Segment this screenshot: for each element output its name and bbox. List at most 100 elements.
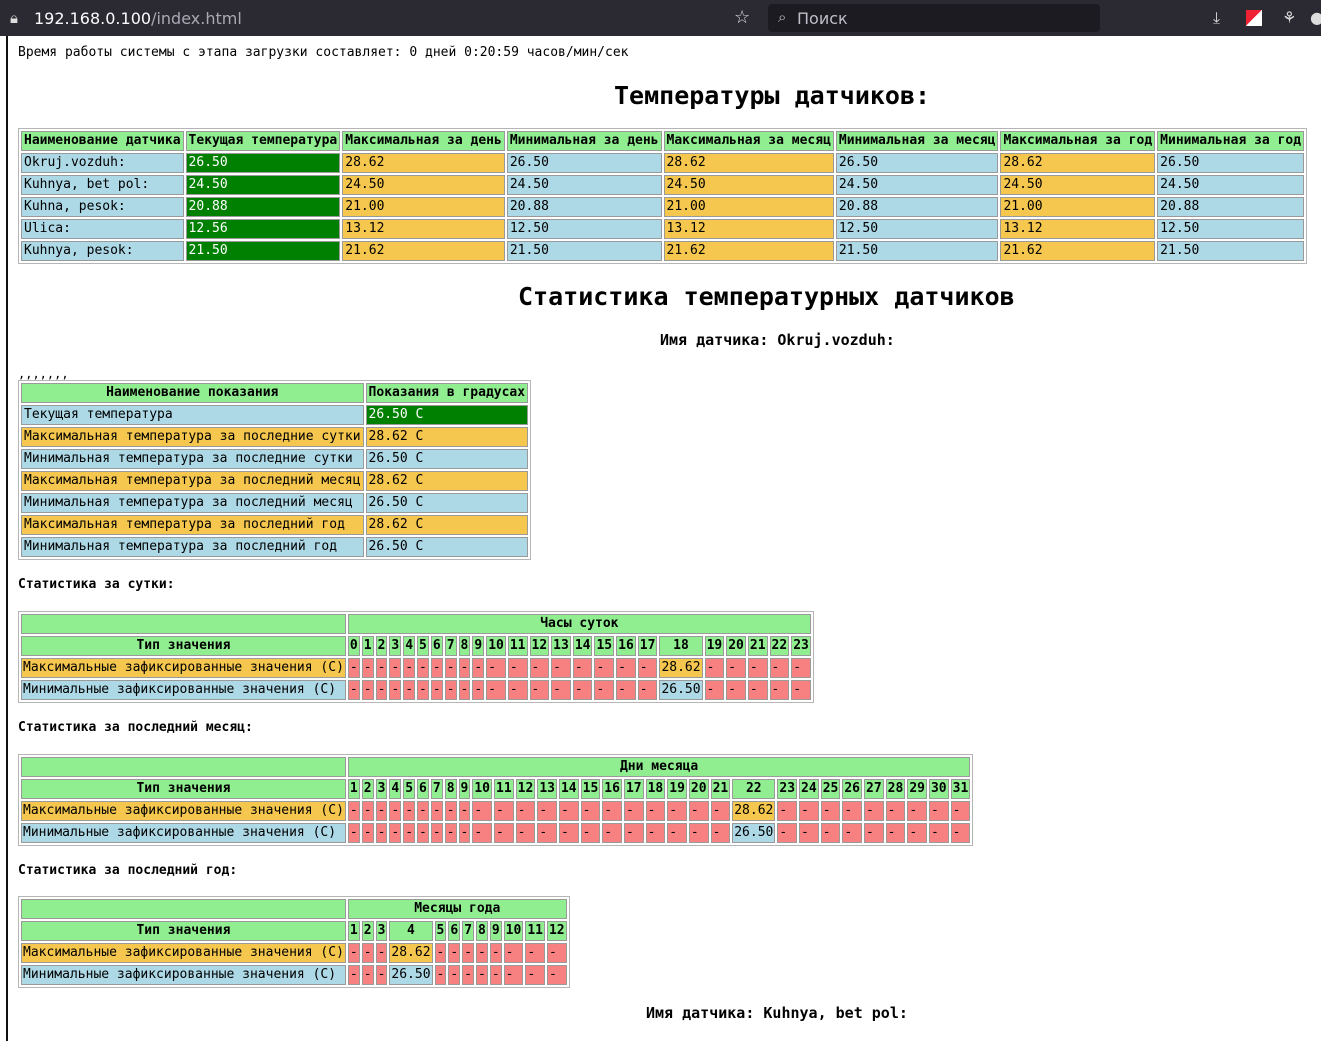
value-cell: - [476, 965, 488, 985]
value-cell: - [667, 801, 687, 821]
value-cell: - [710, 801, 731, 821]
value-cell: - [842, 823, 862, 843]
value-cell: - [375, 823, 388, 843]
column-header: 4 [389, 921, 433, 941]
temperature-cell: 12.56 [185, 219, 341, 239]
column-header: 15 [580, 779, 601, 799]
max-values-row: Максимальные зафиксированные значения (С… [21, 658, 811, 678]
column-header: 6 [430, 636, 443, 656]
bookmark-star-icon[interactable]: ☆ [734, 7, 750, 28]
value-cell: - [637, 680, 658, 700]
reading-value-cell: 28.62 C [365, 427, 529, 447]
temperature-cell: 20.88 [835, 197, 999, 217]
value-cell: - [430, 801, 443, 821]
column-header: 10 [503, 921, 524, 941]
value-cell: 28.62 [732, 801, 776, 821]
value-cell: - [361, 801, 374, 821]
value-cell: - [726, 658, 746, 678]
value-cell: 28.62 [389, 943, 433, 963]
download-icon[interactable]: ⤓ [1213, 8, 1220, 28]
column-header: 2 [361, 779, 374, 799]
value-cell: 28.62 [659, 658, 703, 678]
url-host: 192.168.0.100 [34, 9, 152, 28]
value-cell: - [472, 801, 493, 821]
value-cell: - [347, 658, 360, 678]
value-cell: - [389, 801, 402, 821]
value-cell: - [885, 801, 906, 821]
address-bar[interactable]: 192.168.0.100/index.html [34, 9, 242, 28]
value-cell: - [375, 680, 388, 700]
column-header: 8 [476, 921, 488, 941]
temperature-cell: 21.50 [506, 241, 662, 261]
temperature-cell: 24.50 [185, 175, 341, 195]
table-row: Ulica: 12.56 13.12 12.50 13.12 12.50 13.12 12.5… [21, 219, 1305, 239]
column-header: 3 [389, 636, 402, 656]
temperature-cell: 13.12 [663, 219, 834, 239]
column-header: 2 [361, 921, 374, 941]
column-header: 10 [486, 636, 506, 656]
value-cell: - [907, 801, 927, 821]
column-header: 11 [525, 921, 545, 941]
column-header: 19 [704, 636, 725, 656]
column-header: 24 [799, 779, 819, 799]
value-cell: - [704, 680, 725, 700]
column-header: 17 [623, 779, 644, 799]
table-row: Kuhnya, pesok: 21.50 21.62 21.50 21.62 21.50 2… [21, 241, 1305, 261]
column-header: 11 [507, 636, 528, 656]
column-header: 19 [667, 779, 687, 799]
value-cell: - [375, 965, 388, 985]
search-input[interactable]: ⌕ Поиск [768, 4, 1100, 32]
column-header: 20 [688, 779, 709, 799]
reading-label-cell: Минимальная температура за последние сут… [21, 449, 364, 469]
temperature-cell: 21.50 [1157, 241, 1305, 261]
uptime-text: Время работы системы с этапа загрузки со… [18, 45, 629, 60]
value-cell: - [444, 823, 457, 843]
column-header: 9 [472, 636, 485, 656]
sensors-table: Наименование датчика Текущая температура М… [18, 128, 1308, 264]
temperature-cell: 24.50 [1000, 175, 1156, 195]
value-cell: - [747, 658, 768, 678]
max-values-label: Максимальные зафиксированные значения (С… [21, 801, 346, 821]
sensor-name-cell: Kuhna, pesok: [21, 197, 184, 217]
value-cell: - [928, 823, 949, 843]
value-cell: - [347, 823, 360, 843]
temperature-cell: 28.62 [663, 153, 834, 173]
column-header: 7 [462, 921, 475, 941]
max-values-row: Максимальные зафиксированные значения (С… [21, 943, 567, 963]
value-cell: - [799, 801, 819, 821]
table-row: Минимальная температура за последние сут… [21, 449, 529, 469]
lock-icon[interactable]: 🔒︎ [10, 9, 18, 27]
blank-header [21, 899, 346, 919]
value-cell: - [580, 801, 601, 821]
value-cell: - [448, 943, 461, 963]
value-cell: - [645, 801, 666, 821]
reading-value-cell: 26.50 C [365, 449, 529, 469]
value-cell: - [928, 801, 949, 821]
value-cell: - [777, 823, 798, 843]
column-header: 7 [430, 779, 443, 799]
extension-2-icon[interactable]: ⚘ [1282, 8, 1296, 27]
column-header: Максимальная за год [1000, 131, 1156, 151]
blank-header [21, 757, 346, 777]
sensors-title: Температуры датчиков: [614, 81, 931, 110]
temperature-cell: 26.50 [1157, 153, 1305, 173]
value-cell: - [444, 680, 457, 700]
column-header: 14 [572, 636, 593, 656]
search-icon: ⌕ [778, 8, 787, 26]
group-header: Дни месяца [347, 757, 971, 777]
value-cell: - [389, 658, 402, 678]
value-cell: - [572, 658, 593, 678]
temperature-cell: 28.62 [342, 153, 505, 173]
value-cell: - [448, 965, 461, 985]
column-header: 15 [594, 636, 615, 656]
extension-icon[interactable] [1246, 10, 1262, 26]
temperature-cell: 24.50 [1157, 175, 1305, 195]
column-header: 29 [907, 779, 927, 799]
value-cell: - [704, 658, 725, 678]
column-header: 1 [347, 779, 360, 799]
group-header-row: Месяцы года [21, 899, 567, 919]
temperature-cell: 24.50 [342, 175, 505, 195]
account-icon[interactable]: ● [1310, 8, 1321, 27]
value-cell: - [602, 823, 622, 843]
value-cell: - [361, 658, 374, 678]
